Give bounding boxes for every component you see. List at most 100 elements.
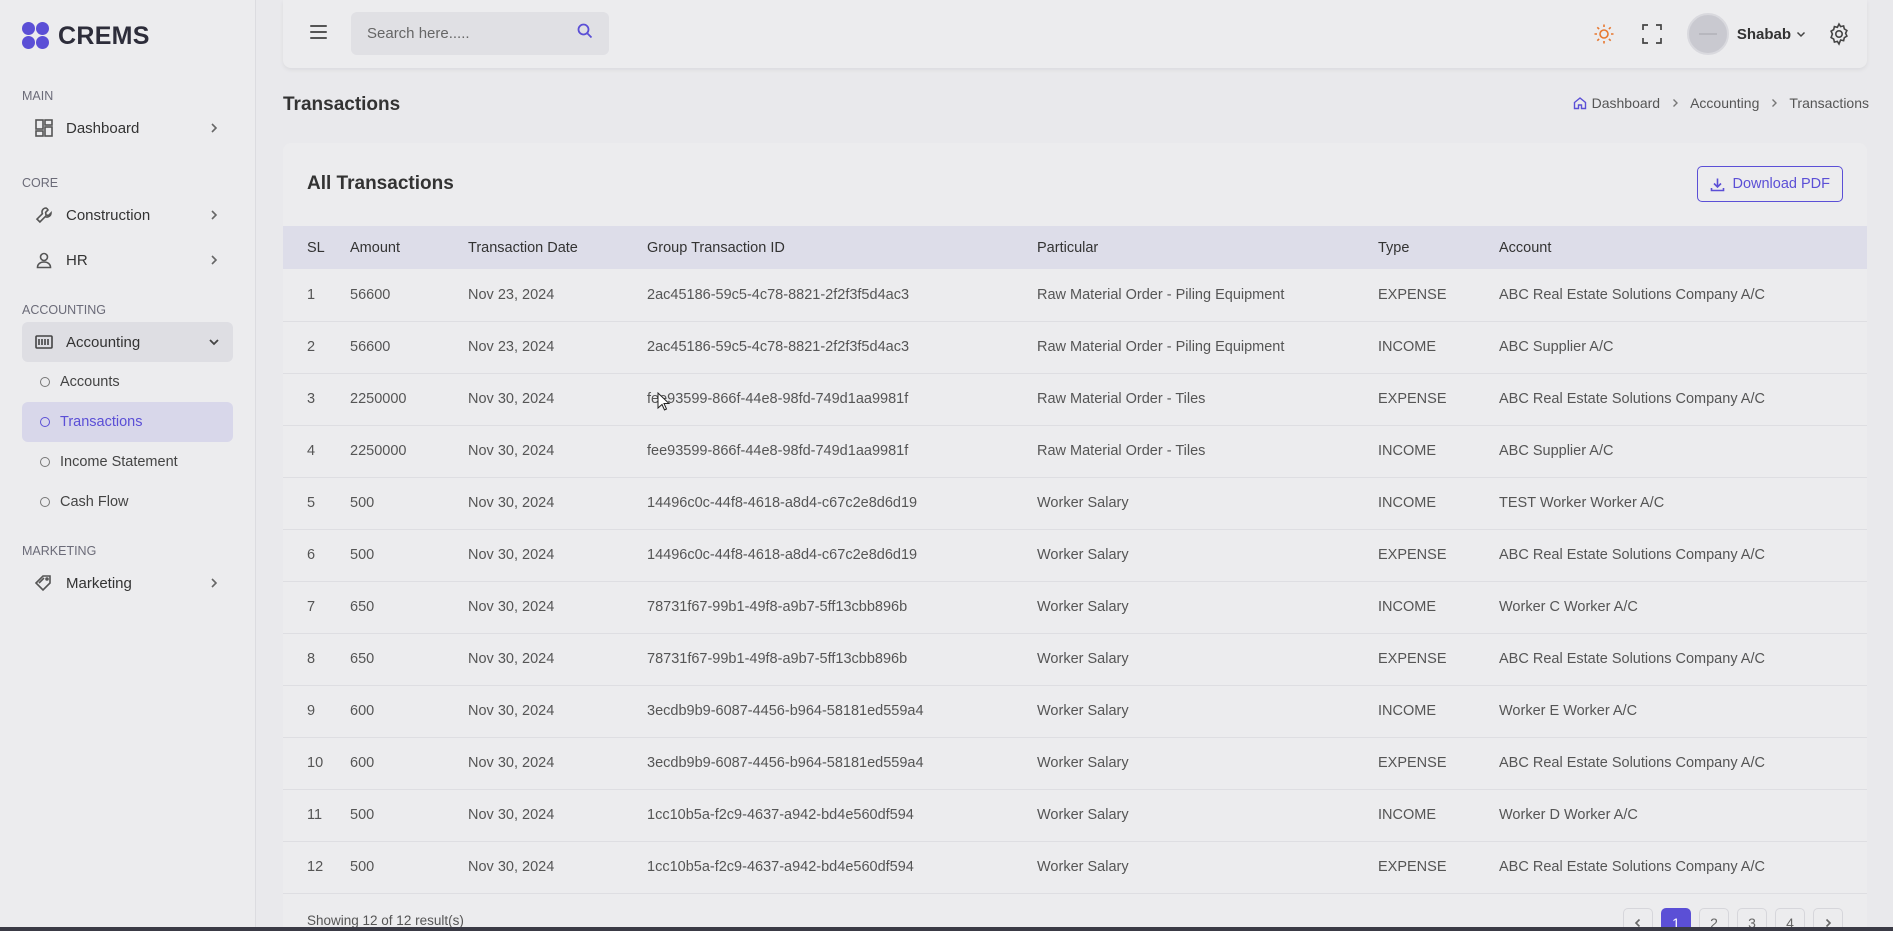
avatar[interactable] (1686, 13, 1729, 55)
table-row[interactable]: 4 2250000 Nov 30, 2024 fee93599-866f-44e8-9… (283, 425, 1867, 478)
breadcrumb-item-accounting[interactable]: Accounting (1690, 95, 1759, 111)
transactions-table: SL Amount Transaction Date Group Transac… (283, 226, 1867, 894)
topbar-actions: Shabab (1591, 0, 1867, 68)
table-row[interactable]: 8 650 Nov 30, 2024 78731f67-99b1-49f8-a9b7-… (283, 633, 1867, 686)
cell-transaction-date: Nov 30, 2024 (468, 477, 647, 530)
cell-amount: 500 (350, 477, 468, 530)
fullscreen-icon[interactable] (1639, 21, 1665, 47)
calculator-icon (34, 332, 54, 352)
sidebar-item-marketing[interactable]: Marketing (22, 563, 233, 603)
table-row[interactable]: 1 56600 Nov 23, 2024 2ac45186-59c5-4c78-882… (283, 269, 1867, 322)
table-row[interactable]: 9 600 Nov 30, 2024 3ecdb9b9-6087-4456-b964-… (283, 685, 1867, 738)
cell-account: ABC Supplier A/C (1499, 321, 1867, 374)
results-summary: Showing 12 of 12 result(s) (307, 913, 464, 928)
chevron-right-icon (207, 121, 221, 135)
brand-name: CREMS (58, 21, 150, 50)
cell-group-transaction-id: 3ecdb9b9-6087-4456-b964-58181ed559a4 (647, 737, 1037, 790)
search-icon[interactable] (577, 23, 593, 44)
cell-type: EXPENSE (1378, 737, 1499, 790)
gear-icon[interactable] (1827, 22, 1851, 46)
cell-transaction-date: Nov 30, 2024 (468, 529, 647, 582)
column-header-sl[interactable]: SL (283, 226, 350, 269)
cell-account: ABC Real Estate Solutions Company A/C (1499, 737, 1867, 790)
breadcrumb: Dashboard Accounting Transactions (1573, 95, 1869, 111)
username[interactable]: Shabab (1737, 26, 1791, 43)
sidebar: CREMS MAIN Dashboard CORE Construction H… (0, 0, 256, 931)
cell-amount: 500 (350, 789, 468, 842)
column-header-type[interactable]: Type (1378, 226, 1499, 269)
sidebar-item-construction[interactable]: Construction (22, 195, 233, 235)
column-header-transaction-date[interactable]: Transaction Date (468, 226, 647, 269)
brand[interactable]: CREMS (0, 0, 255, 72)
column-header-account[interactable]: Account (1499, 226, 1867, 269)
sidebar-subitem-income-statement[interactable]: Income Statement (22, 442, 233, 482)
cell-particular: Worker Salary (1037, 633, 1378, 686)
cell-type: INCOME (1378, 789, 1499, 842)
hamburger-icon[interactable] (310, 25, 327, 39)
cell-transaction-date: Nov 30, 2024 (468, 841, 647, 894)
cell-type: INCOME (1378, 321, 1499, 374)
sidebar-item-label: HR (66, 251, 88, 269)
cell-sl: 5 (283, 477, 350, 530)
sidebar-subitem-transactions[interactable]: Transactions (22, 402, 233, 442)
cell-sl: 10 (283, 737, 350, 790)
search-input[interactable] (367, 25, 577, 42)
cell-account: Worker E Worker A/C (1499, 685, 1867, 738)
cell-account: Worker C Worker A/C (1499, 581, 1867, 634)
cell-amount: 650 (350, 581, 468, 634)
sidebar-subitem-label: Transactions (60, 414, 143, 430)
section-label-main: MAIN (22, 89, 54, 103)
cell-particular: Worker Salary (1037, 581, 1378, 634)
cell-amount: 2250000 (350, 373, 468, 426)
sidebar-subitem-label: Income Statement (60, 454, 178, 470)
tag-icon (34, 573, 54, 593)
section-label-accounting: ACCOUNTING (22, 303, 107, 317)
home-icon (1573, 96, 1587, 110)
cell-transaction-date: Nov 23, 2024 (468, 321, 647, 374)
sidebar-subitem-accounts[interactable]: Accounts (22, 362, 233, 402)
sidebar-item-accounting[interactable]: Accounting (22, 322, 233, 362)
cell-sl: 8 (283, 633, 350, 686)
chevron-down-icon (207, 335, 221, 349)
table-row[interactable]: 2 56600 Nov 23, 2024 2ac45186-59c5-4c78-882… (283, 321, 1867, 374)
cell-particular: Raw Material Order - Piling Equipment (1037, 321, 1378, 374)
cell-group-transaction-id: 78731f67-99b1-49f8-a9b7-5ff13cbb896b (647, 581, 1037, 634)
breadcrumb-item-dashboard[interactable]: Dashboard (1592, 95, 1661, 111)
table-row[interactable]: 6 500 Nov 30, 2024 14496c0c-44f8-4618-a8d4-… (283, 529, 1867, 582)
cell-type: EXPENSE (1378, 529, 1499, 582)
cell-particular: Raw Material Order - Tiles (1037, 425, 1378, 478)
table-row[interactable]: 10 600 Nov 30, 2024 3ecdb9b9-6087-4456-b964… (283, 737, 1867, 790)
search-box (351, 12, 609, 55)
table-row[interactable]: 12 500 Nov 30, 2024 1cc10b5a-f2c9-4637-a942… (283, 841, 1867, 894)
sidebar-item-dashboard[interactable]: Dashboard (22, 108, 233, 148)
breadcrumb-item-transactions: Transactions (1789, 95, 1869, 111)
cell-type: EXPENSE (1378, 841, 1499, 894)
brand-logo-icon (22, 22, 50, 50)
column-header-amount[interactable]: Amount (350, 226, 468, 269)
sun-icon[interactable] (1591, 21, 1617, 47)
cell-sl: 2 (283, 321, 350, 374)
table-row[interactable]: 11 500 Nov 30, 2024 1cc10b5a-f2c9-4637-a942… (283, 789, 1867, 842)
sidebar-item-hr[interactable]: HR (22, 240, 233, 280)
download-pdf-button[interactable]: Download PDF (1697, 166, 1843, 202)
sidebar-item-label: Construction (66, 206, 151, 224)
table-row[interactable]: 3 2250000 Nov 30, 2024 fee93599-866f-44e8-9… (283, 373, 1867, 426)
column-header-particular[interactable]: Particular (1037, 226, 1378, 269)
cell-sl: 7 (283, 581, 350, 634)
table-row[interactable]: 5 500 Nov 30, 2024 14496c0c-44f8-4618-a8d4-… (283, 477, 1867, 530)
page-title: Transactions (283, 94, 401, 115)
sidebar-subitem-cash-flow[interactable]: Cash Flow (22, 482, 233, 522)
circle-bullet-icon (40, 497, 50, 507)
chevron-down-icon[interactable] (1795, 28, 1807, 40)
section-label-marketing: MARKETING (22, 544, 97, 558)
table-row[interactable]: 7 650 Nov 30, 2024 78731f67-99b1-49f8-a9b7-… (283, 581, 1867, 634)
chevron-right-icon (1670, 98, 1680, 108)
column-header-group-transaction-id[interactable]: Group Transaction ID (647, 226, 1037, 269)
cell-amount: 56600 (350, 321, 468, 374)
sidebar-item-label: Accounting (66, 333, 141, 351)
cell-account: Worker D Worker A/C (1499, 789, 1867, 842)
cell-amount: 56600 (350, 269, 468, 322)
circle-bullet-icon (40, 457, 50, 467)
cell-amount: 2250000 (350, 425, 468, 478)
cell-group-transaction-id: 14496c0c-44f8-4618-a8d4-c67c2e8d6d19 (647, 529, 1037, 582)
